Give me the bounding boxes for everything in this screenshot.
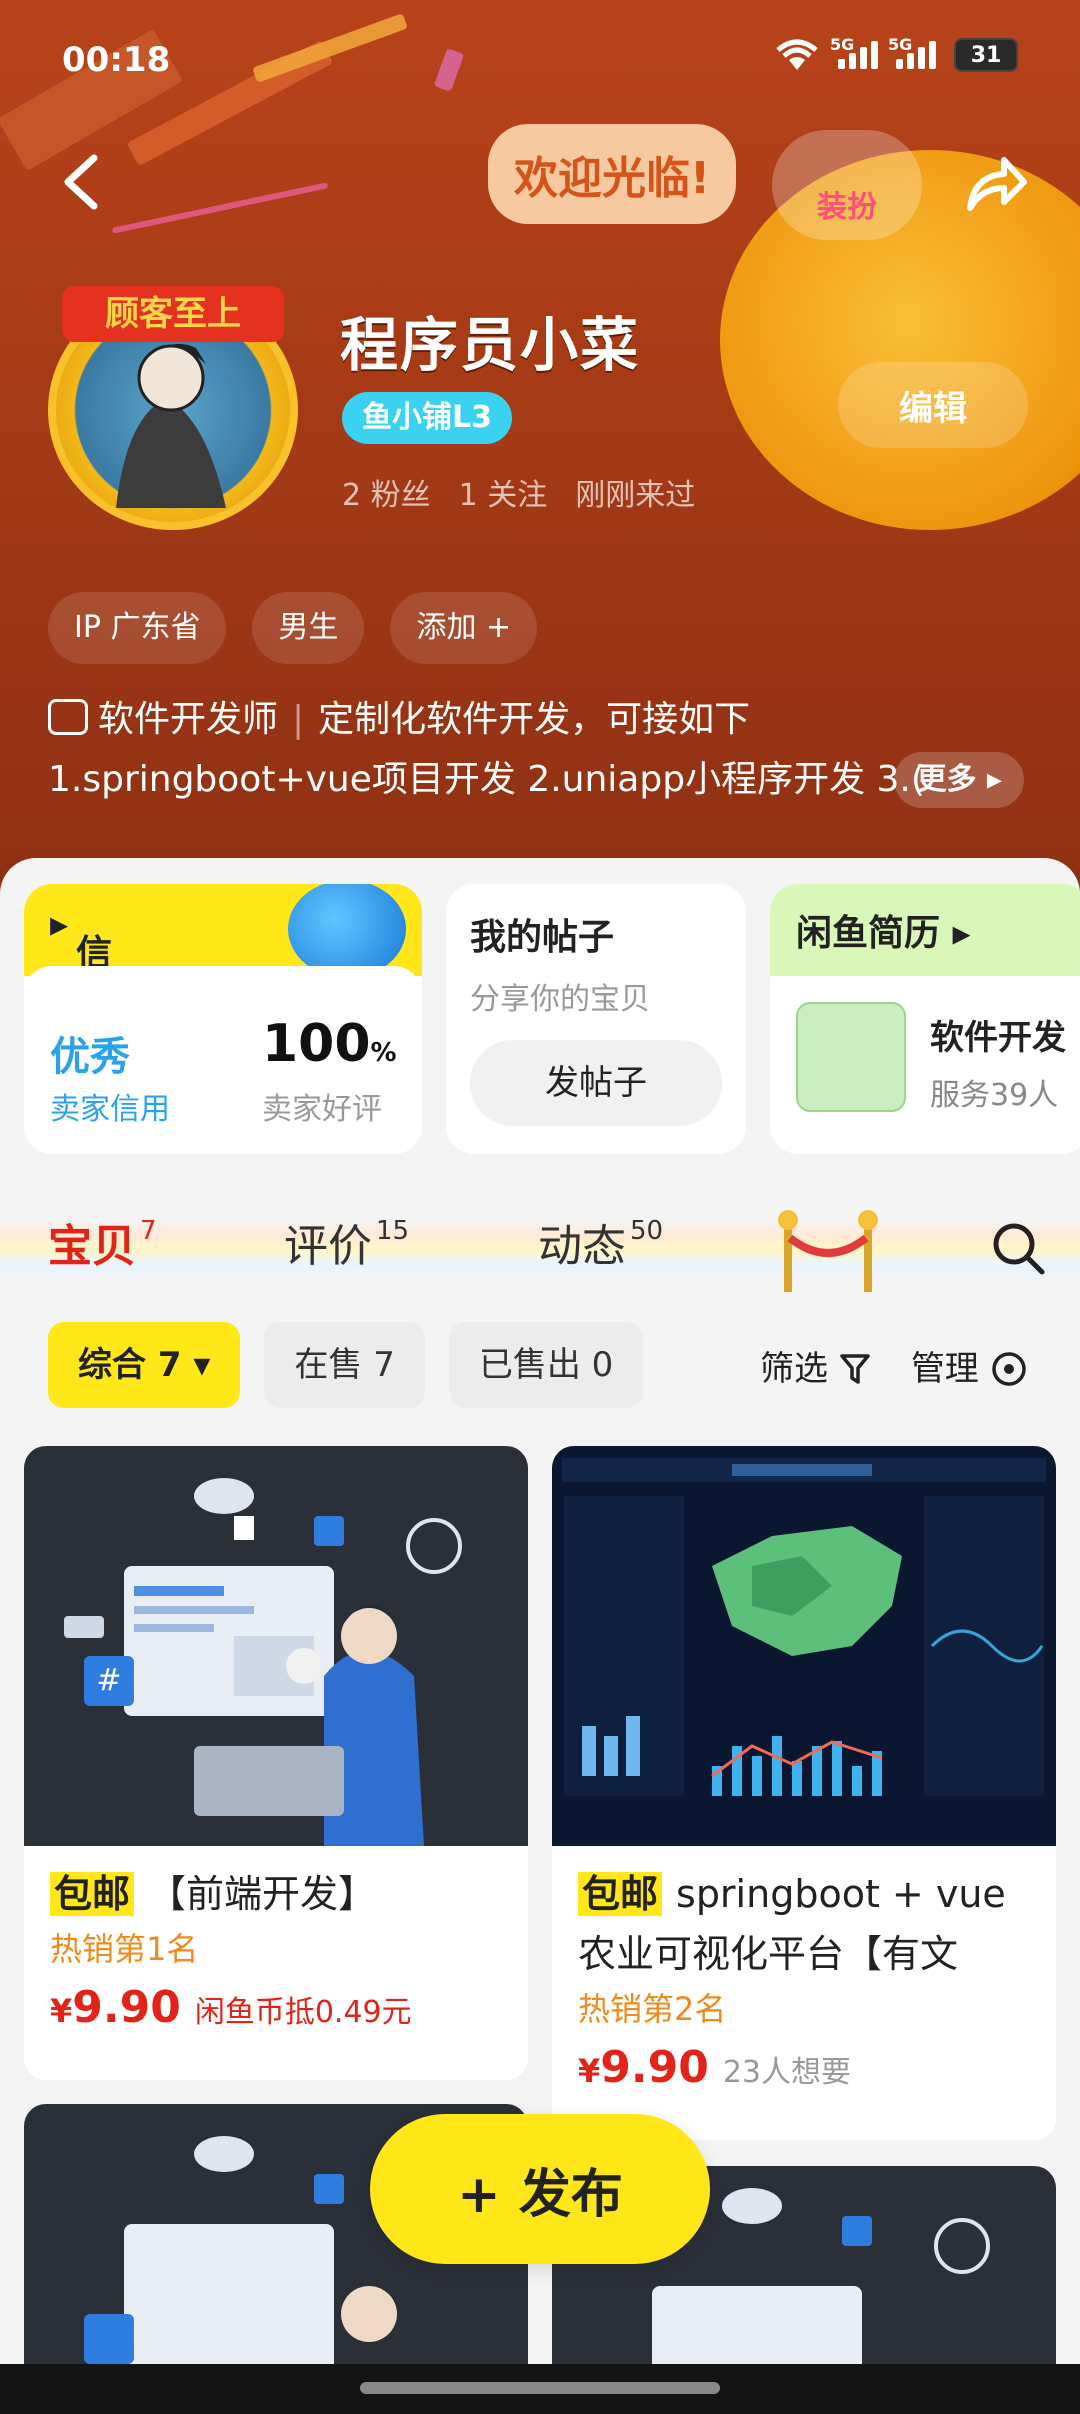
product-price-row: ¥9.90 闲鱼币抵0.49元 xyxy=(50,1982,412,2033)
tab-reviews[interactable]: 评价 15 xyxy=(284,1210,409,1274)
resume-thumbnail xyxy=(796,1002,906,1112)
manage-button[interactable]: 管理 xyxy=(911,1341,1028,1390)
signal-icon: 5G xyxy=(830,35,878,69)
free-shipping-badge: 包邮 xyxy=(50,1872,135,1916)
tab-items[interactable]: 宝贝 7 xyxy=(48,1210,157,1274)
product-price: 9.90 xyxy=(600,2042,709,2093)
resume-card-header: 闲鱼简历 ▸ xyxy=(770,884,1080,976)
avatar-badge: 顾客至上 xyxy=(62,286,284,342)
bio-job: 软件开发师 xyxy=(98,699,279,740)
wifi-icon xyxy=(776,39,818,70)
battery-icon: 31 xyxy=(954,38,1018,72)
resume-card[interactable]: 闲鱼简历 ▸ 软件开发 服务39人 xyxy=(770,884,1080,1154)
filter-chips: 综合 7 ▾ 在售 7 已售出 0 xyxy=(48,1322,644,1408)
product-want-count: 23人想要 xyxy=(722,2055,852,2090)
gesture-bar xyxy=(0,2364,1080,2414)
product-card[interactable]: # 包邮 【前端开发】 热销第1名 ¥9.90 闲鱼币抵0.49元 xyxy=(24,1446,528,2080)
profile-cards: 信用档案 ▸ 优秀 卖家信用 100% 卖家好评 我的帖子 分享你的宝贝 发帖子… xyxy=(24,884,1080,1154)
last-seen: 刚刚来过 xyxy=(575,478,696,513)
status-icons: 5G 5G 31 xyxy=(774,35,1018,72)
profile-stats: 2 粉丝 1 关注 刚刚来过 xyxy=(342,470,695,514)
tag-add-button[interactable]: 添加 + xyxy=(390,592,538,664)
welcome-bubble: 欢迎光临! xyxy=(488,124,736,224)
search-icon[interactable] xyxy=(990,1220,1046,1276)
tab-activity[interactable]: 动态 50 xyxy=(538,1210,663,1274)
posts-subtitle: 分享你的宝贝 xyxy=(470,982,650,1017)
credit-level-label: 卖家信用 xyxy=(50,1092,170,1127)
confetti-decoration xyxy=(111,182,329,234)
briefcase-icon xyxy=(48,699,88,735)
level-badge[interactable]: 鱼小铺L3 xyxy=(342,392,512,444)
ribbon-decoration-icon xyxy=(778,1210,878,1292)
bio-separator: | xyxy=(292,699,305,740)
profile-tags: IP 广东省 男生 添加 + xyxy=(48,592,538,664)
edit-button[interactable]: 编辑 xyxy=(838,362,1028,448)
product-title: 包邮 【前端开发】 xyxy=(24,1846,528,1924)
dress-up-button[interactable]: 装扮 xyxy=(772,130,922,240)
product-image: # xyxy=(24,1446,528,1846)
new-post-button[interactable]: 发帖子 xyxy=(470,1040,722,1126)
product-rank: 热销第1名 xyxy=(50,1930,199,1968)
svg-text:#: # xyxy=(96,1663,121,1698)
shop-header: 00:18 5G 5G 31 欢迎光临! 装扮 编辑 顾客至上 程序员小菜 鱼小… xyxy=(0,0,1080,900)
posts-title: 我的帖子 xyxy=(470,917,615,958)
bio-more-button[interactable]: 更多 ▸ xyxy=(894,752,1024,808)
confetti-decoration xyxy=(252,13,408,83)
developer-illustration-icon: # xyxy=(64,1478,462,1846)
product-image xyxy=(552,1446,1056,1846)
posts-card[interactable]: 我的帖子 分享你的宝贝 发帖子 xyxy=(446,884,746,1154)
filter-chip-all[interactable]: 综合 7 ▾ xyxy=(48,1322,241,1408)
home-indicator[interactable] xyxy=(360,2382,720,2394)
following-count[interactable]: 1 关注 xyxy=(459,470,548,514)
positive-rate: 100% xyxy=(262,1014,397,1074)
back-arrow-icon[interactable] xyxy=(56,152,106,212)
credit-card[interactable]: 信用档案 ▸ 优秀 卖家信用 100% 卖家好评 xyxy=(24,884,422,1154)
free-shipping-badge: 包邮 xyxy=(578,1872,663,1916)
tag-location: IP 广东省 xyxy=(48,592,227,664)
filter-chip-sold[interactable]: 已售出 0 xyxy=(448,1322,644,1408)
publish-button[interactable]: + 发布 xyxy=(370,2114,710,2264)
product-price-row: ¥9.90 23人想要 xyxy=(578,2042,852,2093)
product-coin-discount: 闲鱼币抵0.49元 xyxy=(194,1995,412,2030)
confetti-decoration xyxy=(433,48,465,92)
bio: 软件开发师 | 定制化软件开发，可接如下 1.springboot+vue项目开发 … xyxy=(48,690,1038,810)
signal-icon: 5G xyxy=(888,35,936,69)
tag-gender: 男生 xyxy=(252,592,365,664)
filter-actions: 筛选 管理 xyxy=(760,1322,1028,1408)
filter-chip-on-sale[interactable]: 在售 7 xyxy=(264,1322,425,1408)
product-rank: 热销第2名 xyxy=(578,1990,727,2028)
funnel-icon xyxy=(840,1353,870,1384)
positive-rate-label: 卖家好评 xyxy=(262,1092,382,1127)
product-title: 包邮 springboot + vue 农业可视化平台【有文 xyxy=(578,1872,1006,1976)
manage-icon xyxy=(991,1351,1026,1386)
fans-count[interactable]: 2 粉丝 xyxy=(342,470,431,514)
product-card[interactable]: 包邮 springboot + vue 农业可视化平台【有文 热销第2名 ¥9.9… xyxy=(552,1446,1056,2140)
resume-service-count: 服务39人 xyxy=(930,1078,1059,1113)
status-time: 00:18 xyxy=(62,40,171,80)
dashboard-illustration-icon xyxy=(562,1458,1046,1796)
resume-service-name: 软件开发 xyxy=(930,1018,1066,1058)
credit-level: 优秀 xyxy=(50,1034,130,1080)
filter-button[interactable]: 筛选 xyxy=(760,1341,871,1390)
nickname: 程序员小菜 xyxy=(340,311,641,379)
product-price: 9.90 xyxy=(72,1982,181,2033)
share-icon[interactable] xyxy=(960,150,1030,220)
